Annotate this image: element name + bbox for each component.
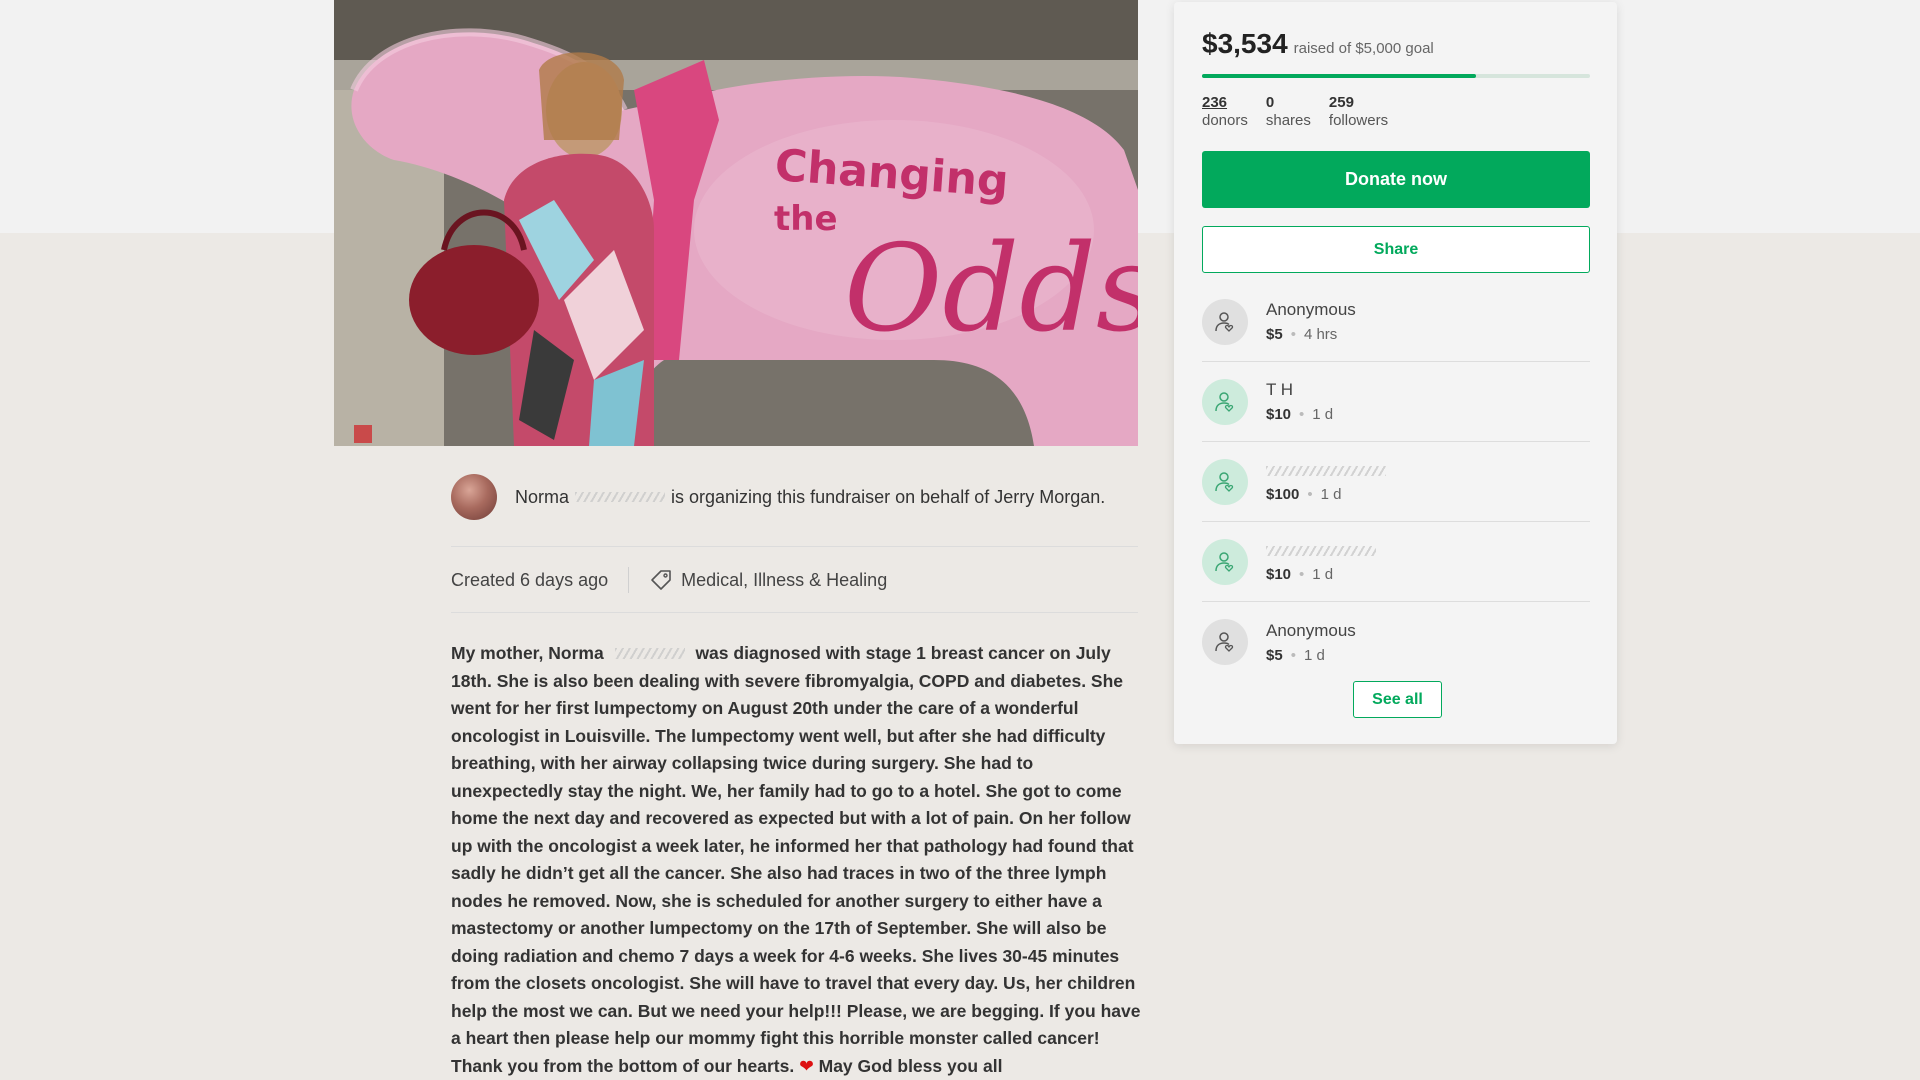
donation-time: 1 d — [1312, 406, 1334, 423]
shares-count: 0 — [1265, 94, 1275, 111]
donation-item: T H $10 • 1 d — [1202, 362, 1590, 442]
hero-photo: Changing the Odds — [334, 0, 1138, 446]
donor-name-redacted — [1266, 460, 1386, 484]
created-date: Created 6 days ago — [451, 569, 609, 590]
donor-name: Anonymous — [1266, 620, 1356, 640]
campaign-hero-image: Changing the Odds — [334, 0, 1138, 446]
donation-item: $10 • 1 d — [1202, 522, 1590, 602]
donation-amount: $5 — [1266, 646, 1283, 664]
progress-fill — [1202, 74, 1477, 78]
sign-text-the: the — [774, 199, 838, 239]
donation-amount: $10 — [1266, 566, 1292, 583]
donors-count[interactable]: 236 — [1202, 94, 1248, 112]
donation-amount: $5 — [1266, 326, 1283, 343]
category-link[interactable]: Medical, Illness & Healing — [681, 570, 887, 591]
donors-label: donors — [1202, 112, 1248, 129]
campaign-meta: Created 6 days ago Medical, Illness & He… — [451, 566, 1138, 594]
donor-name-redacted — [1266, 540, 1376, 564]
user-heart-icon — [1202, 298, 1248, 345]
stat-shares: 0 shares — [1266, 94, 1311, 130]
raised-summary: $3,534 raised of $5,000 goal — [1202, 28, 1434, 60]
user-heart-icon — [1202, 378, 1248, 425]
donation-time: 4 hrs — [1303, 326, 1338, 343]
progress-bar — [1202, 74, 1590, 78]
donor-name: Anonymous — [1266, 300, 1356, 319]
organizer-avatar[interactable] — [451, 474, 497, 520]
campaign-story: My mother, Norma was diagnosed with stag… — [451, 640, 1141, 1080]
followers-label: followers — [1328, 112, 1389, 129]
redacted-surname — [614, 648, 685, 659]
donation-amount: $100 — [1266, 486, 1300, 503]
donation-sidebar: $3,534 raised of $5,000 goal 236 donors … — [1174, 2, 1617, 744]
meta-separator — [628, 567, 630, 593]
user-heart-icon — [1202, 619, 1248, 665]
followers-count: 259 — [1328, 94, 1354, 111]
organizer-first-name[interactable]: Norma — [515, 487, 569, 508]
organizer-line: Norma is organizing this fundraiser on b… — [451, 473, 1138, 521]
donor-name: T H — [1266, 380, 1294, 399]
tag-icon — [651, 570, 671, 590]
sign-text-odds: Odds — [844, 220, 1138, 359]
donation-amount: $10 — [1266, 406, 1292, 423]
recent-donations-list: Anonymous $5 • 4 hrs T H $10 • 1 d $100 • 1 d — [1202, 282, 1590, 682]
redacted-name — [1266, 546, 1376, 556]
see-all-button[interactable]: See all — [1353, 681, 1442, 718]
stats-row: 236 donors 0 shares 259 followers — [1202, 94, 1388, 130]
redacted-name — [1266, 466, 1386, 476]
story-text-body: was diagnosed with stage 1 breast cancer… — [451, 643, 1141, 1076]
donation-time: 1 d — [1312, 566, 1334, 583]
organizer-description: is organizing this fundraiser on behalf … — [671, 486, 1106, 507]
stat-donors[interactable]: 236 donors — [1202, 94, 1248, 130]
story-text-start: My mother, Norma — [451, 643, 604, 663]
donate-now-button[interactable]: Donate now — [1202, 151, 1590, 208]
donation-time: 1 d — [1303, 646, 1325, 664]
stat-followers: 259 followers — [1329, 94, 1388, 130]
shares-label: shares — [1265, 112, 1311, 129]
heart-icon: ❤ — [799, 1055, 814, 1076]
raised-amount: $3,534 — [1202, 28, 1288, 59]
divider — [451, 546, 1138, 547]
divider — [451, 612, 1138, 613]
donation-time: 1 d — [1320, 486, 1342, 503]
donation-item: Anonymous $5 • 4 hrs — [1202, 282, 1590, 362]
redacted-surname — [575, 492, 666, 502]
user-heart-icon — [1202, 538, 1248, 585]
share-button[interactable]: Share — [1202, 226, 1590, 273]
donation-item: Anonymous $5 • 1 d — [1202, 602, 1590, 682]
goal-text: raised of $5,000 goal — [1293, 40, 1434, 57]
donation-item: $100 • 1 d — [1202, 442, 1590, 522]
story-closing: May God bless you all — [818, 1055, 1003, 1076]
user-heart-icon — [1202, 458, 1248, 505]
